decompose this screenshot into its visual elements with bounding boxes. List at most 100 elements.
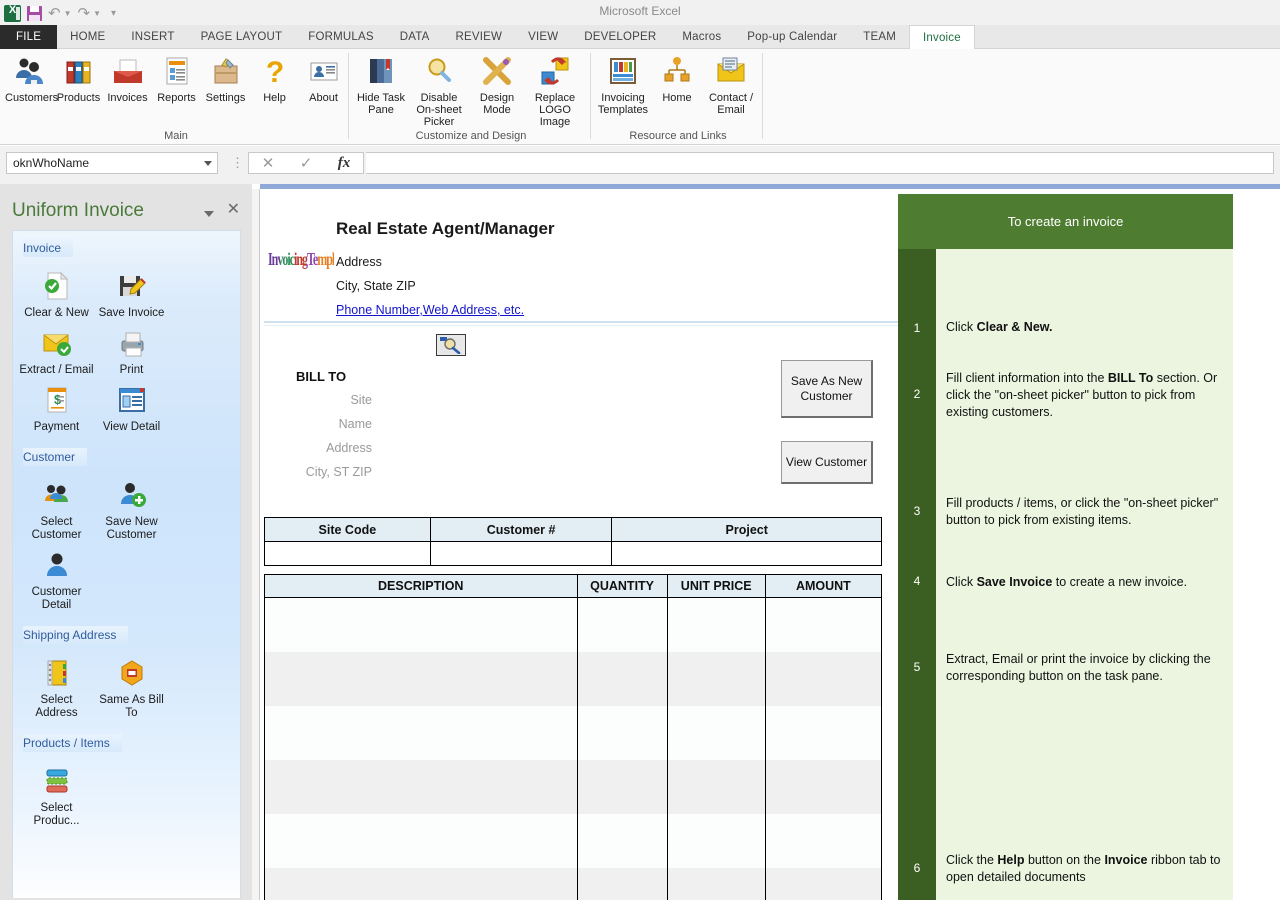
name-box[interactable]: oknWhoName xyxy=(6,152,218,174)
section-title: Customer xyxy=(23,450,76,464)
close-icon[interactable]: ✕ xyxy=(227,202,240,218)
table-cell[interactable] xyxy=(576,651,668,706)
table-cell[interactable] xyxy=(264,705,578,760)
task-pane-item-save-invoice[interactable]: Save Invoice xyxy=(94,263,169,320)
ribbon-button-invoices[interactable]: Invoices xyxy=(103,53,152,125)
ribbon-button-settings[interactable]: Settings xyxy=(201,53,250,125)
bill-to-name[interactable]: Name xyxy=(232,417,372,431)
formula-bar: oknWhoName ⋮ ✕ ✓ fx xyxy=(0,146,1280,184)
bill-to-city-state-zip[interactable]: City, ST ZIP xyxy=(232,465,372,479)
formula-input[interactable] xyxy=(366,152,1274,174)
table-cell[interactable] xyxy=(666,705,766,760)
task-pane-item-view-detail[interactable]: View Detail xyxy=(94,377,169,434)
task-pane-item-select-produc[interactable]: Select Produc... xyxy=(19,758,94,828)
ribbon-tab-invoice[interactable]: Invoice xyxy=(909,25,975,50)
chevron-down-icon[interactable] xyxy=(204,161,212,166)
table-cell[interactable] xyxy=(576,597,668,652)
table-cell[interactable] xyxy=(264,759,578,814)
table-cell[interactable] xyxy=(666,813,766,868)
chevron-down-icon[interactable] xyxy=(204,211,214,217)
ribbon-tab-file[interactable]: FILE xyxy=(0,25,58,49)
table-cell[interactable] xyxy=(264,651,578,706)
task-pane-item-select-customer[interactable]: Select Customer xyxy=(19,472,94,542)
table-cell[interactable] xyxy=(764,867,883,900)
bill-to-address[interactable]: Address xyxy=(232,441,372,455)
ribbon-button-help[interactable]: ? Help xyxy=(250,53,299,125)
view-customer-button[interactable]: View Customer xyxy=(781,441,873,484)
ribbon-tab-insert[interactable]: INSERT xyxy=(118,25,187,49)
insert-function-icon[interactable]: fx xyxy=(325,153,363,173)
ribbon-tab-pop-up-calendar[interactable]: Pop-up Calendar xyxy=(734,25,850,49)
confirm-icon[interactable]: ✓ xyxy=(287,153,325,173)
ribbon-tab-page-layout[interactable]: PAGE LAYOUT xyxy=(188,25,296,49)
ribbon-group-resource: Invoicing Templates Home Contact / Email… xyxy=(594,49,762,145)
ribbon-tab-data[interactable]: DATA xyxy=(387,25,443,49)
table-cell[interactable] xyxy=(764,597,883,652)
table-cell[interactable] xyxy=(264,867,578,900)
table-cell[interactable] xyxy=(666,597,766,652)
ribbon-tab-view[interactable]: VIEW xyxy=(515,25,571,49)
table-row[interactable] xyxy=(264,813,883,868)
ribbon-button-hide-task-pane[interactable]: Hide Task Pane xyxy=(352,53,410,125)
ribbon-button-invoicing-templates[interactable]: Invoicing Templates xyxy=(594,53,652,125)
table-row[interactable] xyxy=(264,541,882,566)
step-number: 3 xyxy=(913,504,921,518)
name-box-resize-handle[interactable]: ⋮ xyxy=(231,155,244,171)
on-sheet-picker-icon[interactable] xyxy=(436,334,466,356)
task-pane-item-label: Extract / Email xyxy=(19,364,94,376)
ribbon-tab-review[interactable]: REVIEW xyxy=(443,25,516,49)
column-header: AMOUNT xyxy=(764,574,883,598)
ribbon-button-customers[interactable]: Customers xyxy=(4,53,58,125)
task-pane-item-print[interactable]: Print xyxy=(94,320,169,377)
ribbon-group-main: Customers Products Invoices Reports Sett… xyxy=(4,49,348,145)
table-row[interactable] xyxy=(264,705,883,760)
task-pane-item-extract-email[interactable]: Extract / Email xyxy=(19,320,94,377)
invoice-document: InvoicingTemplate Real Estate Agent/Mana… xyxy=(260,189,1280,900)
table-cell[interactable] xyxy=(764,759,883,814)
ribbon-tab-developer[interactable]: DEVELOPER xyxy=(571,25,669,49)
table-row[interactable] xyxy=(264,597,883,652)
ribbon-tab-formulas[interactable]: FORMULAS xyxy=(295,25,387,49)
table-cell[interactable] xyxy=(264,813,578,868)
table-cell[interactable] xyxy=(576,705,668,760)
task-pane-item-label: Customer Detail xyxy=(31,586,82,611)
table-cell[interactable] xyxy=(576,759,668,814)
task-pane-item-customer-detail[interactable]: Customer Detail xyxy=(19,542,94,612)
ribbon-button-products[interactable]: Products xyxy=(54,53,103,125)
table-row[interactable] xyxy=(264,867,883,900)
company-contact-link[interactable]: Phone Number,Web Address, etc. xyxy=(336,303,524,317)
ribbon-button-contact-email[interactable]: Contact / Email xyxy=(702,53,760,125)
table-cell[interactable] xyxy=(576,867,668,900)
task-pane-item-payment[interactable]: $ Payment xyxy=(19,377,94,434)
ribbon-label: Settings xyxy=(205,92,246,104)
ribbon-button-disable-picker[interactable]: Disable On-sheet Picker xyxy=(410,53,468,128)
ribbon-tab-macros[interactable]: Macros xyxy=(669,25,734,49)
table-cell[interactable] xyxy=(764,651,883,706)
table-cell[interactable] xyxy=(666,867,766,900)
ribbon-tab-team[interactable]: TEAM xyxy=(850,25,909,49)
ribbon-button-home[interactable]: Home xyxy=(652,53,702,125)
table-cell[interactable] xyxy=(576,813,668,868)
ribbon-tab-home[interactable]: HOME xyxy=(57,25,118,49)
table-cell[interactable] xyxy=(666,759,766,814)
table-row[interactable] xyxy=(264,651,883,706)
cancel-icon[interactable]: ✕ xyxy=(249,153,287,173)
table-cell[interactable] xyxy=(666,651,766,706)
ribbon-button-about[interactable]: About xyxy=(299,53,348,125)
table-cell[interactable] xyxy=(764,813,883,868)
table-cell[interactable] xyxy=(429,541,613,566)
table-cell[interactable] xyxy=(611,541,882,566)
task-pane-item-same-as-bill-to[interactable]: Same As Bill To xyxy=(94,650,169,720)
ribbon-button-replace-logo[interactable]: Replace LOGO Image xyxy=(526,53,584,128)
task-pane-item-save-new-customer[interactable]: Save New Customer xyxy=(94,472,169,542)
ribbon-button-reports[interactable]: Reports xyxy=(152,53,201,125)
save-as-new-customer-button[interactable]: Save As New Customer xyxy=(781,360,873,418)
table-cell[interactable] xyxy=(264,597,578,652)
table-cell[interactable] xyxy=(764,705,883,760)
task-pane-item-select-address[interactable]: Select Address xyxy=(19,650,94,720)
task-pane-item-clear-new[interactable]: Clear & New xyxy=(19,263,94,320)
bill-to-site[interactable]: Site xyxy=(232,393,372,407)
ribbon-button-design-mode[interactable]: Design Mode xyxy=(468,53,526,125)
table-cell[interactable] xyxy=(264,541,431,566)
table-row[interactable] xyxy=(264,759,883,814)
